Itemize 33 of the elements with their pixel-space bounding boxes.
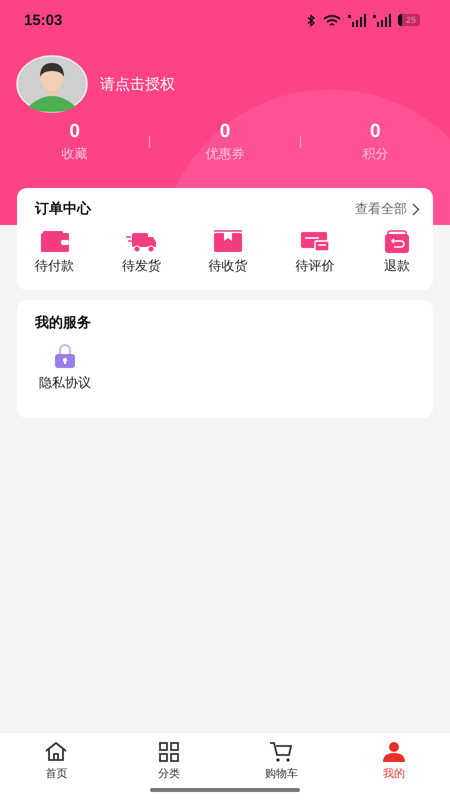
tab-item[interactable]: 首页: [26, 740, 86, 800]
clock-time: 15:03: [24, 12, 62, 28]
cart-icon: [269, 740, 294, 763]
order-status-button[interactable]: 待评价: [295, 230, 334, 275]
bluetooth-icon: [306, 14, 316, 26]
section-title: 订单中心: [35, 200, 91, 218]
tab-item[interactable]: 分类: [138, 740, 199, 800]
user-icon: [382, 740, 406, 763]
view-all-link[interactable]: 查看全部: [355, 200, 420, 218]
signal-icon: [348, 14, 366, 26]
stat-count: 0: [220, 121, 230, 143]
grid-icon: [156, 740, 181, 763]
stat-count: 0: [69, 121, 80, 143]
order-status-button[interactable]: 待收货: [208, 230, 248, 275]
bag-icon: [382, 230, 412, 254]
battery-icon: 25: [398, 14, 420, 26]
home-icon: [44, 740, 68, 763]
avatar-drawing: [16, 55, 88, 113]
wifi-icon: [322, 14, 341, 26]
order-status-button[interactable]: 待付款: [35, 230, 74, 275]
stat-count: 0: [370, 121, 381, 143]
box-icon: [213, 230, 243, 254]
order-status-button[interactable]: 退款: [382, 230, 412, 275]
padlock-icon: [53, 344, 77, 368]
truck-icon: [126, 230, 156, 254]
tab-item[interactable]: 我的: [364, 740, 424, 800]
section-title: 我的服务: [35, 314, 92, 332]
service-button[interactable]: 隐私协议: [39, 344, 91, 392]
order-status-button[interactable]: 待发货: [122, 230, 161, 275]
chevron-right-icon: [412, 202, 420, 216]
tab-item[interactable]: 购物车: [251, 740, 312, 800]
signal-icon: [372, 14, 391, 26]
wallet-icon: [40, 230, 70, 254]
